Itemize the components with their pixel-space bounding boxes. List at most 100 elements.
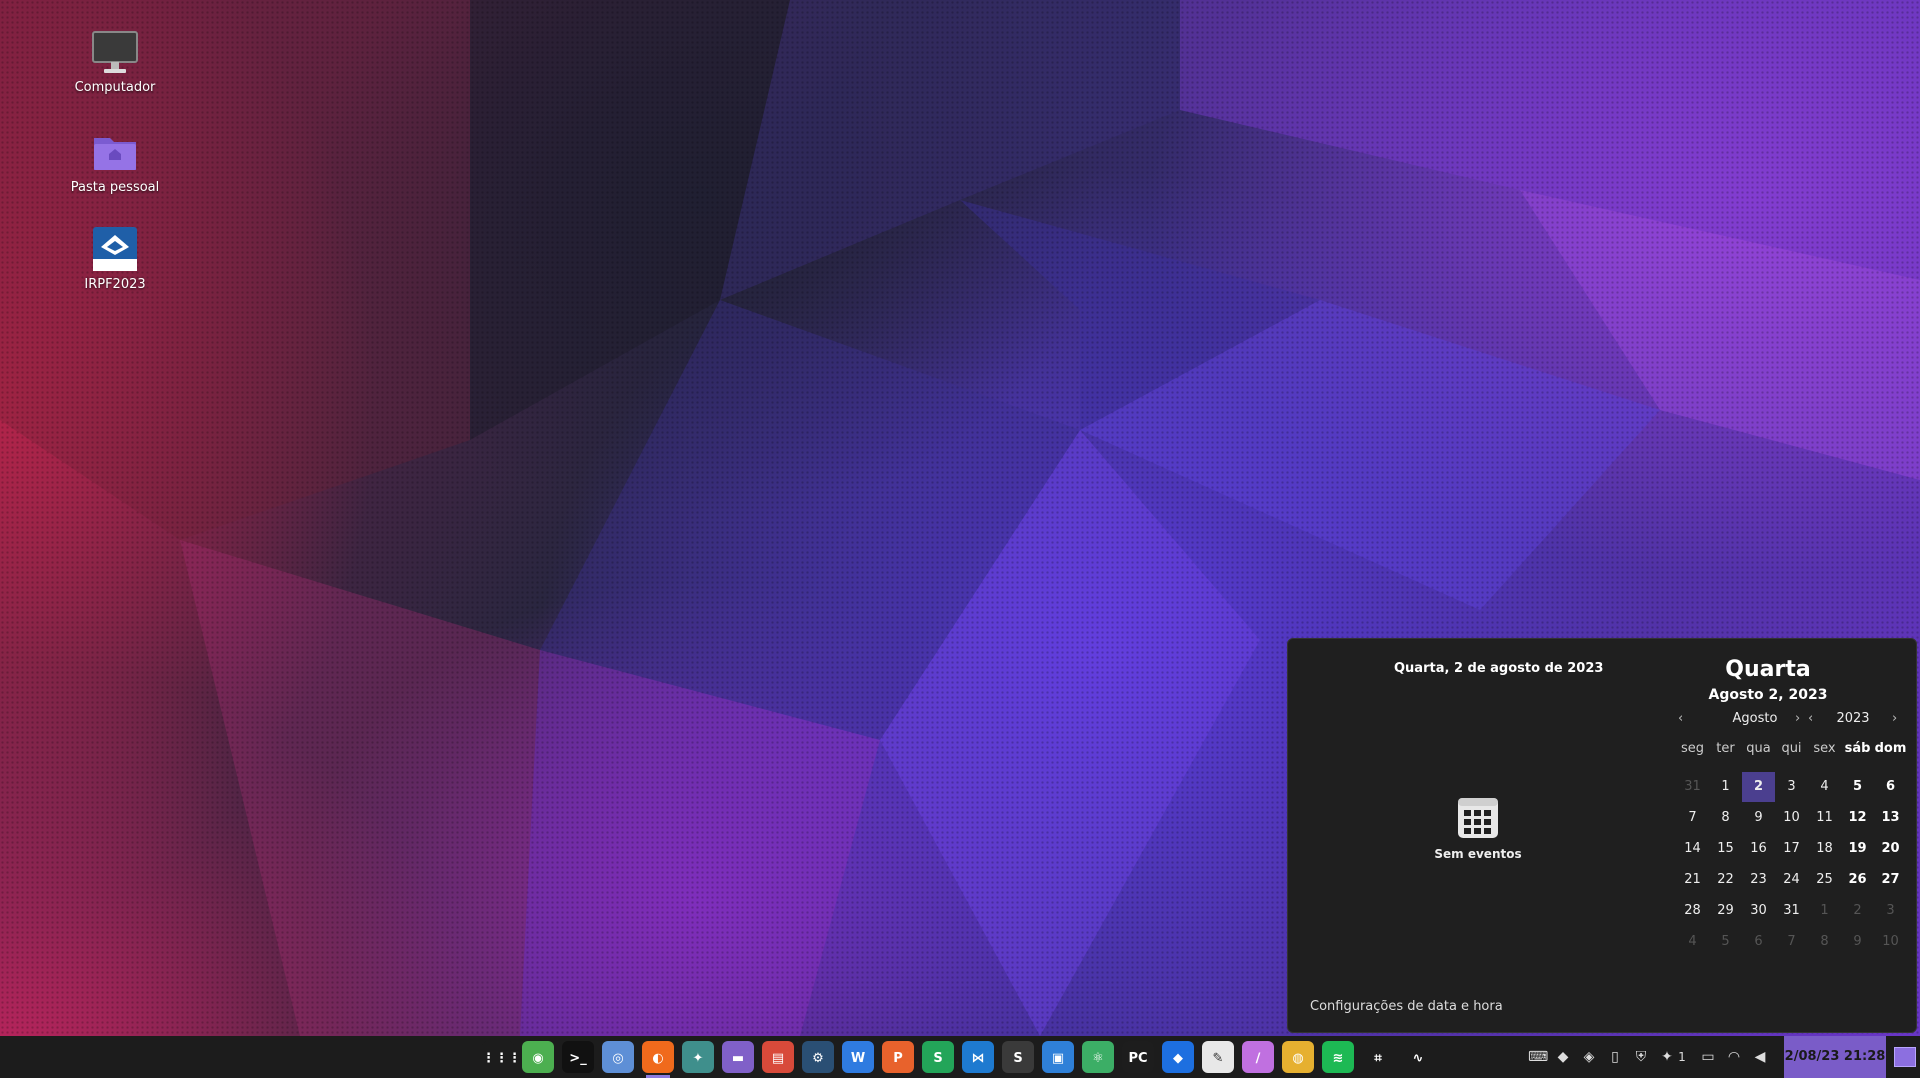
next-year-icon[interactable]: › — [1892, 711, 1897, 726]
wifi-icon[interactable]: ◠ — [1725, 1048, 1743, 1066]
year-label: 2023 — [1836, 711, 1870, 726]
volume-icon[interactable]: ◀ — [1751, 1048, 1769, 1066]
app-wps-presentation[interactable]: P — [882, 1041, 914, 1073]
calendar-day[interactable]: 7 — [1775, 927, 1808, 957]
app-gimp[interactable]: ✎ — [1202, 1041, 1234, 1073]
app-camera[interactable]: ◍ — [1282, 1041, 1314, 1073]
calendar-day[interactable]: 5 — [1841, 772, 1874, 802]
calendar-day[interactable]: 15 — [1709, 834, 1742, 864]
next-month-icon[interactable]: › — [1795, 711, 1800, 726]
calendar-day[interactable]: 9 — [1742, 803, 1775, 833]
app-sublime[interactable]: S — [1002, 1041, 1034, 1073]
calendar-day[interactable]: 11 — [1808, 803, 1841, 833]
clock[interactable]: 2/08/23 21:28 — [1784, 1036, 1886, 1078]
calendar-day[interactable]: 21 — [1676, 865, 1709, 895]
app-drawing[interactable]: ∕ — [1242, 1041, 1274, 1073]
calendar-day[interactable]: 1 — [1709, 772, 1742, 802]
shield-icon[interactable]: ⛨ — [1632, 1048, 1650, 1066]
app-safari-like[interactable]: ✦ — [682, 1041, 714, 1073]
calendar-day[interactable]: 6 — [1874, 772, 1907, 802]
app-store[interactable]: ▤ — [762, 1041, 794, 1073]
calendar-day[interactable]: 13 — [1874, 803, 1907, 833]
app-files[interactable]: ▬ — [722, 1041, 754, 1073]
app-spotify[interactable]: ≋ — [1322, 1041, 1354, 1073]
app-steam[interactable]: ⚙ — [802, 1041, 834, 1073]
writer-icon: W — [850, 1051, 866, 1066]
calendar-day[interactable]: 6 — [1742, 927, 1775, 957]
keyboard-icon[interactable]: ⌨ — [1528, 1048, 1548, 1066]
calendar-day[interactable]: 28 — [1676, 896, 1709, 926]
spotify-icon: ≋ — [1332, 1051, 1344, 1066]
calendar-day[interactable]: 18 — [1808, 834, 1841, 864]
calendar-day[interactable]: 4 — [1808, 772, 1841, 802]
calendar-day[interactable]: 12 — [1841, 803, 1874, 833]
app-boxes[interactable]: ▣ — [1042, 1041, 1074, 1073]
weekday-header: seg — [1680, 741, 1705, 756]
calendar-day[interactable]: 30 — [1742, 896, 1775, 926]
app-atom[interactable]: ⚛ — [1082, 1041, 1114, 1073]
prev-month-icon[interactable]: ‹ — [1678, 711, 1683, 726]
app-dropbox[interactable]: ◆ — [1162, 1041, 1194, 1073]
calendar-day[interactable]: 22 — [1709, 865, 1742, 895]
calendar-day[interactable]: 10 — [1775, 803, 1808, 833]
app-pycharm[interactable]: PC — [1122, 1041, 1154, 1073]
date-subtitle: Agosto 2, 2023 — [1708, 687, 1828, 703]
calendar-day[interactable]: 2 — [1841, 896, 1874, 926]
app-monitor[interactable]: ∿ — [1402, 1041, 1434, 1073]
calendar-day[interactable]: 17 — [1775, 834, 1808, 864]
calendar-day[interactable]: 20 — [1874, 834, 1907, 864]
weekday-header: ter — [1716, 741, 1735, 756]
atom-icon: ⚛ — [1092, 1051, 1104, 1066]
gimp-icon: ✎ — [1212, 1051, 1224, 1066]
calendar-day[interactable]: 24 — [1775, 865, 1808, 895]
app-firefox[interactable]: ◐ — [642, 1041, 674, 1078]
calendar-day[interactable]: 29 — [1709, 896, 1742, 926]
calendar-day[interactable]: 31 — [1775, 896, 1808, 926]
calendar-day[interactable]: 4 — [1676, 927, 1709, 957]
app-chrome-like[interactable]: ◉ — [522, 1041, 554, 1073]
app-screenshot[interactable]: ⌗ — [1362, 1041, 1394, 1073]
app-vscode[interactable]: ⋈ — [962, 1041, 994, 1073]
printer-icon[interactable]: ▭ — [1699, 1048, 1717, 1066]
desktop-icon-computador[interactable]: Computador — [55, 28, 175, 95]
calendar-day[interactable]: 23 — [1742, 865, 1775, 895]
firefox-icon: ◐ — [652, 1051, 664, 1066]
steam-icon: ⚙ — [812, 1051, 824, 1066]
calendar-day[interactable]: 27 — [1874, 865, 1907, 895]
color-picker-icon[interactable]: ◈ — [1580, 1048, 1598, 1066]
weekday-header: qui — [1781, 741, 1802, 756]
date-time-settings-link[interactable]: Configurações de data e hora — [1310, 999, 1503, 1014]
monitor-icon — [91, 28, 139, 76]
app-terminal[interactable]: >_ — [562, 1041, 594, 1073]
dropbox-tray-icon[interactable]: ◆ — [1554, 1048, 1572, 1066]
prev-year-icon[interactable]: ‹ — [1808, 711, 1813, 726]
calendar-day[interactable]: 26 — [1841, 865, 1874, 895]
app-wps-writer[interactable]: W — [842, 1041, 874, 1073]
desktop-icon-irpf2023[interactable]: IRPF2023 — [55, 225, 175, 292]
compass-icon: ✦ — [692, 1051, 704, 1066]
clipboard-icon[interactable]: ▯ — [1606, 1048, 1624, 1066]
calendar-day[interactable]: 14 — [1676, 834, 1709, 864]
calendar-day[interactable]: 3 — [1775, 772, 1808, 802]
calendar-day[interactable]: 7 — [1676, 803, 1709, 833]
calendar-day[interactable]: 19 — [1841, 834, 1874, 864]
desktop-icon-pasta-pessoal[interactable]: Pasta pessoal — [55, 128, 175, 195]
app-grid[interactable]: ⋮⋮⋮ — [482, 1041, 521, 1073]
calendar-day[interactable]: 25 — [1808, 865, 1841, 895]
app-wps-spreadsheet[interactable]: S — [922, 1041, 954, 1073]
calendar-day[interactable]: 8 — [1709, 803, 1742, 833]
calendar-day[interactable]: 8 — [1808, 927, 1841, 957]
calendar-day[interactable]: 1 — [1808, 896, 1841, 926]
taskbar: ⋮⋮⋮ ◉ >_ ◎ ◐ ✦ ▬ ▤ ⚙ W P S ⋈ S ▣ ⚛ PC ◆ ✎ ∕ ◍ ≋ ⌗ ∿ ⌨ ◆ ◈ ▯ ⛨ ✦ 1 ▭ ◠ ◀ … — [0, 1036, 1920, 1078]
calendar-day[interactable]: 31 — [1676, 772, 1709, 802]
calendar-popup: Quarta, 2 de agosto de 2023 Sem eventos … — [1287, 638, 1917, 1033]
calendar-day-selected[interactable]: 2 — [1742, 772, 1775, 802]
app-chromium[interactable]: ◎ — [602, 1041, 634, 1073]
calendar-day[interactable]: 9 — [1841, 927, 1874, 957]
calendar-day[interactable]: 5 — [1709, 927, 1742, 957]
calendar-day[interactable]: 3 — [1874, 896, 1907, 926]
show-desktop-button[interactable] — [1894, 1047, 1916, 1067]
calendar-day[interactable]: 10 — [1874, 927, 1907, 957]
crop-icon: ⌗ — [1374, 1051, 1382, 1066]
calendar-day[interactable]: 16 — [1742, 834, 1775, 864]
